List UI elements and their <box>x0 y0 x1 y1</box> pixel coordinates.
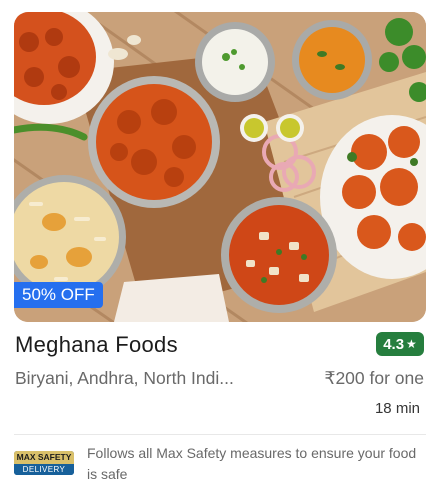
offer-badge: 50% OFF <box>14 282 103 308</box>
restaurant-name[interactable]: Meghana Foods <box>15 330 178 360</box>
star-icon: ★ <box>406 337 417 351</box>
rating-value: 4.3 <box>383 335 405 353</box>
rating-badge: 4.3 ★ <box>376 332 424 356</box>
max-safety-badge-line2: DELIVERY <box>14 464 74 475</box>
divider <box>14 434 426 435</box>
max-safety-badge: MAX SAFETY DELIVERY <box>14 451 74 475</box>
safety-text: Follows all Max Safety measures to ensur… <box>87 445 417 482</box>
restaurant-card[interactable]: 50% OFF Meghana Foods 4.3 ★ Biryani, And… <box>0 0 432 488</box>
cuisine-list: Biryani, Andhra, North Indi... <box>15 368 234 388</box>
delivery-time: 18 min <box>374 400 420 417</box>
price-for-one: ₹200 for one <box>324 368 424 388</box>
max-safety-badge-line1: MAX SAFETY <box>14 451 74 464</box>
restaurant-image[interactable] <box>14 12 426 322</box>
